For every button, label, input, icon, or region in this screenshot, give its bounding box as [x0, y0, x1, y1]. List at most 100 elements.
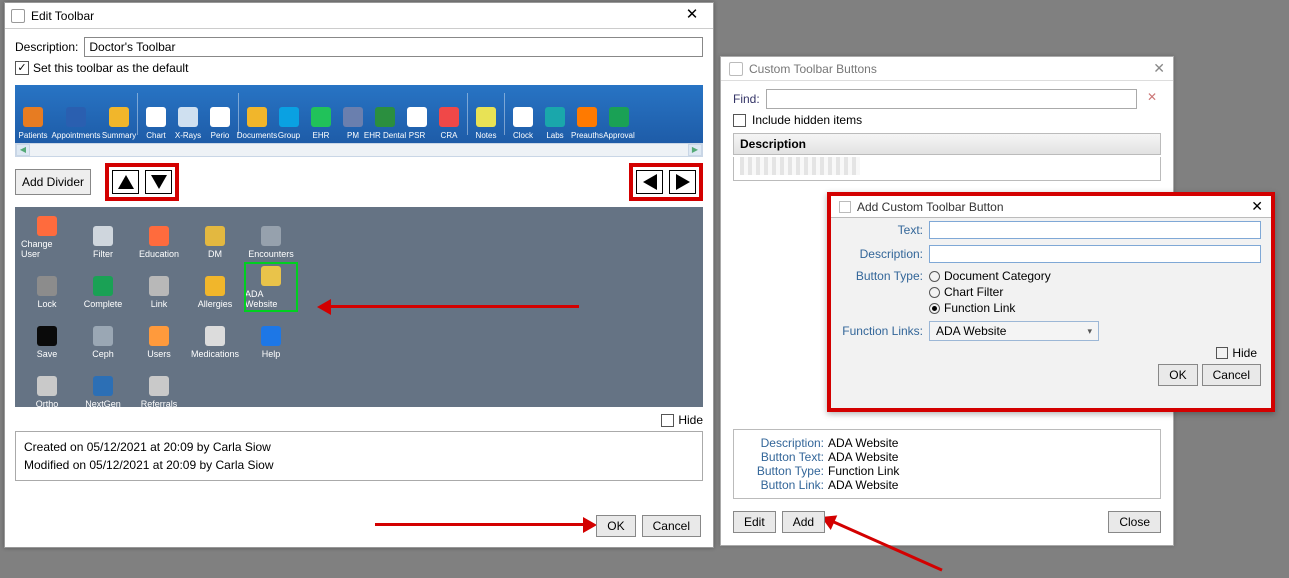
close-button[interactable]: Close — [1108, 511, 1161, 533]
available-button[interactable]: Lock — [21, 263, 73, 311]
detail-key: Description: — [744, 436, 824, 450]
available-button[interactable]: Ortho — [21, 363, 73, 411]
move-up-button[interactable] — [112, 170, 139, 194]
close-icon[interactable]: ✕ — [1251, 198, 1263, 215]
chevron-down-icon: ▾ — [1087, 326, 1092, 337]
available-button[interactable]: DM — [189, 213, 241, 261]
available-button-label: Change User — [21, 239, 73, 259]
available-button[interactable]: Allergies — [189, 263, 241, 311]
close-icon[interactable]: ✕ — [1153, 60, 1165, 77]
available-button[interactable]: Users — [133, 313, 185, 361]
available-button[interactable]: Filter — [77, 213, 129, 261]
toolbar-button[interactable]: Clock — [507, 85, 539, 143]
available-button[interactable]: Link — [133, 263, 185, 311]
toolbar-button[interactable]: PSR — [401, 85, 433, 143]
hide-checkbox[interactable] — [661, 414, 674, 427]
app-icon — [11, 9, 25, 23]
detail-value: ADA Website — [828, 450, 898, 464]
toolbar-scrollbar[interactable]: ◀ ▶ — [15, 143, 703, 157]
toolbar-icon — [109, 107, 129, 127]
scroll-left-icon[interactable]: ◀ — [16, 144, 30, 156]
available-button-label: Filter — [93, 249, 113, 259]
move-left-button[interactable] — [636, 170, 663, 194]
hide-checkbox[interactable] — [1216, 347, 1228, 359]
detail-key: Button Type: — [744, 464, 824, 478]
toolbar-icon — [375, 107, 395, 127]
available-button[interactable]: Save — [21, 313, 73, 361]
created-line: Created on 05/12/2021 at 20:09 by Carla … — [24, 438, 694, 456]
list-header: Description — [733, 133, 1161, 155]
toolbar-button[interactable]: CRA — [433, 85, 465, 143]
toolbar-button-label: Group — [278, 131, 300, 140]
add-custom-button-dialog: Add Custom Toolbar Button ✕ Text: Descri… — [827, 192, 1275, 412]
list-body[interactable] — [733, 157, 1161, 181]
description-input[interactable] — [929, 245, 1261, 263]
available-button[interactable]: Medications — [189, 313, 241, 361]
toolbar-button[interactable]: Perio — [204, 85, 236, 143]
available-button[interactable]: Complete — [77, 263, 129, 311]
available-button[interactable]: Ceph — [77, 313, 129, 361]
toolbar-button[interactable]: Summary — [103, 85, 135, 143]
toolbar-button[interactable]: Group — [273, 85, 305, 143]
available-button[interactable]: NextGen — [77, 363, 129, 411]
text-input[interactable] — [929, 221, 1261, 239]
toolbar-preview: PatientsAppointmentsSummary ChartX-RaysPe… — [15, 85, 703, 143]
toolbar-icon — [545, 107, 565, 127]
available-button[interactable]: ADA Website — [245, 263, 297, 311]
ok-button[interactable]: OK — [596, 515, 635, 537]
toolbar-button[interactable]: X-Rays — [172, 85, 204, 143]
details-box: Description: ADA Website Button Text: ADA … — [733, 429, 1161, 499]
available-button-label: Encounters — [248, 249, 294, 259]
btype-doc-radio[interactable]: Document Category — [929, 269, 1051, 283]
move-down-button[interactable] — [145, 170, 172, 194]
description-label: Description: — [841, 247, 929, 261]
cancel-button[interactable]: Cancel — [1202, 364, 1261, 386]
toolbar-button[interactable]: Appointments — [49, 85, 103, 143]
btype-filter-radio[interactable]: Chart Filter — [929, 285, 1051, 299]
available-button-label: Allergies — [198, 299, 233, 309]
toolbar-icon — [23, 107, 43, 127]
close-icon[interactable]: ✕ — [677, 6, 707, 26]
functionlinks-dropdown[interactable]: ADA Website ▾ — [929, 321, 1099, 341]
available-button[interactable]: Change User — [21, 213, 73, 261]
ok-button[interactable]: OK — [1158, 364, 1197, 386]
toolbar-button[interactable]: Documents — [241, 85, 273, 143]
toolbar-icon — [146, 107, 166, 127]
add-button[interactable]: Add — [782, 511, 825, 533]
toolbar-button-label: Summary — [102, 131, 136, 140]
toolbar-button[interactable]: Chart — [140, 85, 172, 143]
toolbar-button-label: Notes — [476, 131, 497, 140]
detail-key: Button Text: — [744, 450, 824, 464]
available-button[interactable]: Education — [133, 213, 185, 261]
toolbar-button[interactable]: EHR — [305, 85, 337, 143]
add-divider-button[interactable]: Add Divider — [15, 169, 91, 195]
scroll-right-icon[interactable]: ▶ — [688, 144, 702, 156]
toolbar-button-label: Preauths — [571, 131, 603, 140]
description-input[interactable] — [84, 37, 703, 57]
available-button[interactable]: Referrals — [133, 363, 185, 411]
move-right-button[interactable] — [669, 170, 696, 194]
toolbar-button[interactable]: EHR Dental — [369, 85, 401, 143]
btype-func-radio[interactable]: Function Link — [929, 301, 1051, 315]
cancel-button[interactable]: Cancel — [642, 515, 701, 537]
available-button-icon — [205, 226, 225, 246]
toolbar-icon — [439, 107, 459, 127]
toolbar-button[interactable]: Labs — [539, 85, 571, 143]
radio-label: Chart Filter — [944, 285, 1003, 299]
default-checkbox[interactable]: ✓ — [15, 61, 29, 75]
audit-box: Created on 05/12/2021 at 20:09 by Carla … — [15, 431, 703, 481]
detail-value: ADA Website — [828, 436, 898, 450]
toolbar-button[interactable]: Notes — [470, 85, 502, 143]
available-button[interactable]: Encounters — [245, 213, 297, 261]
toolbar-button-label: Appointments — [52, 131, 101, 140]
list-item[interactable] — [740, 157, 860, 175]
toolbar-button[interactable]: Patients — [17, 85, 49, 143]
text-label: Text: — [841, 223, 929, 237]
find-input[interactable] — [766, 89, 1137, 109]
include-hidden-checkbox[interactable] — [733, 114, 746, 127]
available-button[interactable]: Help — [245, 313, 297, 361]
edit-button[interactable]: Edit — [733, 511, 776, 533]
toolbar-button[interactable]: Approval — [603, 85, 635, 143]
clear-find-icon[interactable]: ✕ — [1143, 90, 1161, 108]
toolbar-button[interactable]: Preauths — [571, 85, 603, 143]
